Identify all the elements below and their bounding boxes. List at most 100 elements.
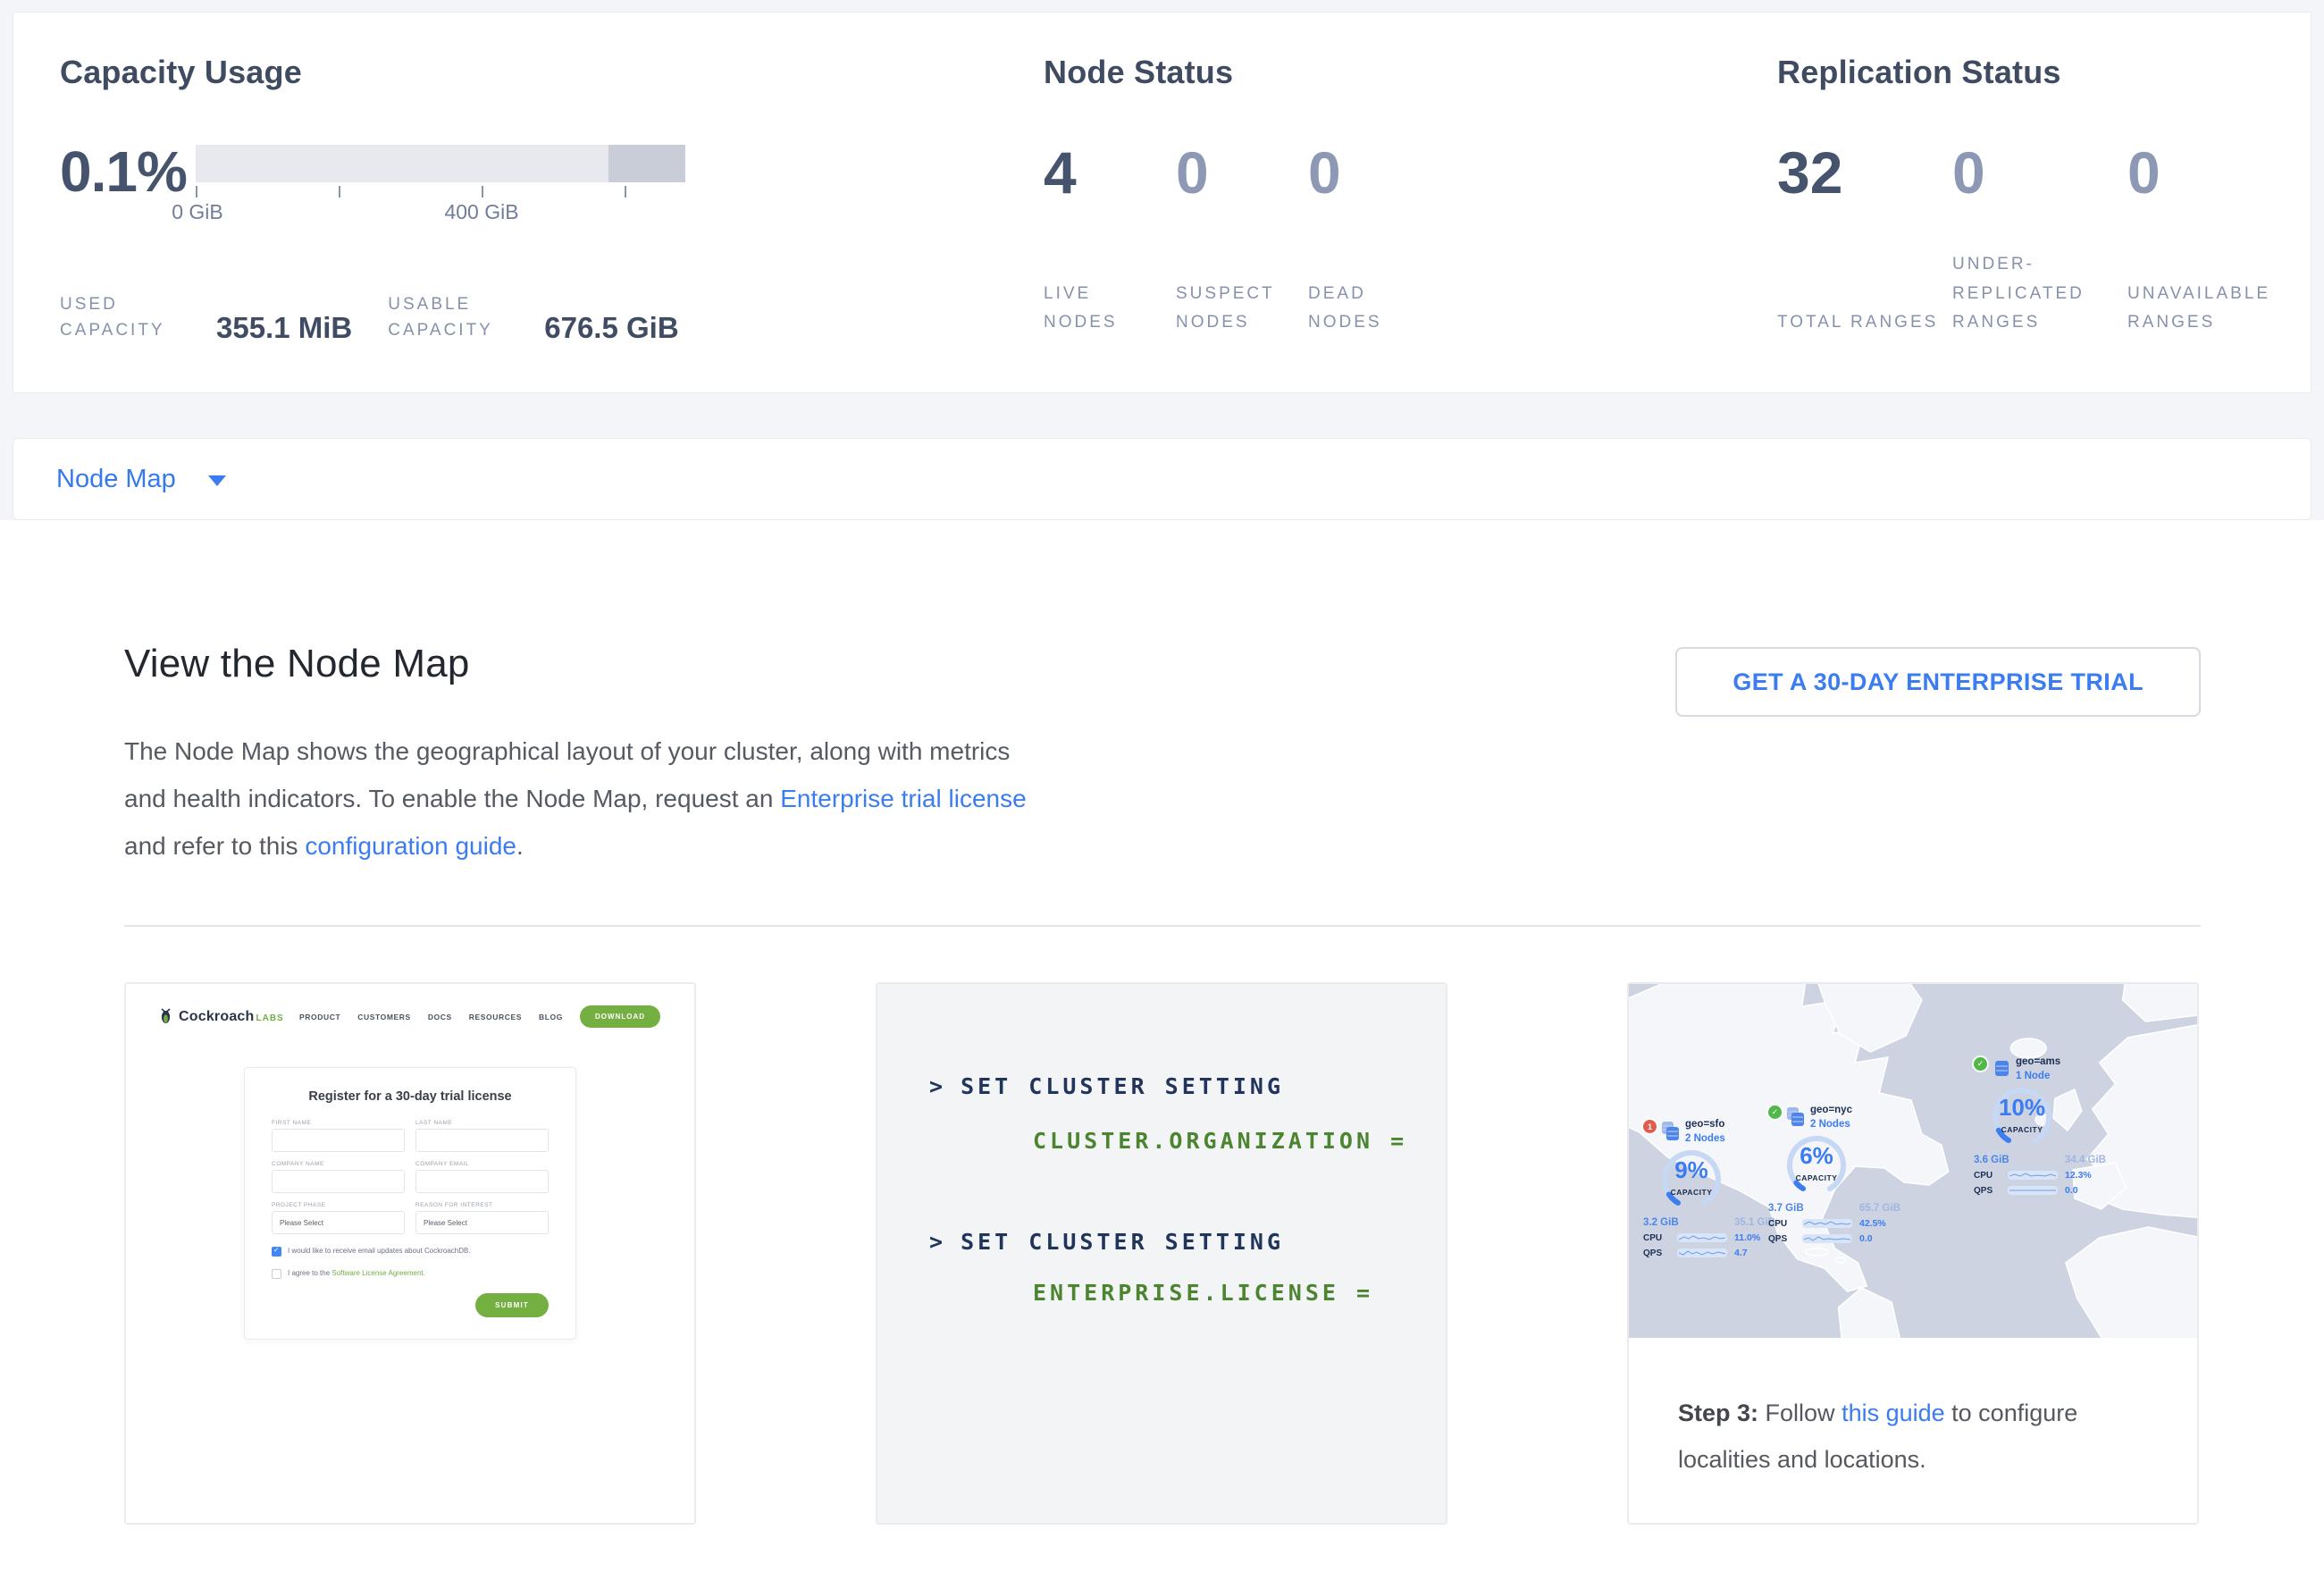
gib-values-row: 3.7 GiB 65.7 GiB (1768, 1203, 1900, 1214)
qps-value: 4.7 (1734, 1248, 1786, 1258)
capacity-bar-block: 0 GiB 400 GiB (196, 145, 685, 227)
capacity-bar (196, 145, 685, 182)
chevron-down-icon (208, 475, 226, 486)
qps-row: QPS 0.0 (1974, 1185, 2117, 1196)
capacity-usage-title: Capacity Usage (60, 54, 1044, 91)
gauge-percent: 10% (1988, 1094, 2056, 1122)
step3-pre-text: Follow (1758, 1400, 1842, 1426)
locality-nyc-header: geo=nyc 2 Nodes (1768, 1104, 1911, 1131)
used-gib: 3.7 GiB (1768, 1203, 1804, 1214)
first-name-input (272, 1129, 405, 1152)
cpu-label: CPU (1643, 1233, 1670, 1243)
steps-cards-row: CockroachLABS PRODUCT CUSTOMERS DOCS RES… (124, 982, 2201, 1525)
node-map-bar-label: Node Map (56, 465, 176, 494)
project-phase-label: PROJECT PHASE (272, 1202, 405, 1208)
qps-label: QPS (1643, 1248, 1670, 1258)
submit-pill-button: SUBMIT (475, 1293, 549, 1317)
node-map-preview: 1 geo=sfo 2 Nodes (1629, 984, 2197, 1338)
step3-caption: Step 3: Follow this guide to configure l… (1629, 1338, 2197, 1483)
step1-caption: Step 1: Get a trial license delivered st… (126, 1523, 694, 1525)
gauge-percent: 9% (1657, 1156, 1725, 1184)
company-email-label: COMPANY EMAIL (415, 1161, 549, 1167)
last-name-field: LAST NAME (415, 1120, 549, 1152)
sql-prompt: > (929, 1073, 946, 1099)
cpu-row: CPU 12.3% (1974, 1170, 2117, 1181)
get-enterprise-trial-button[interactable]: GET A 30-DAY ENTERPRISE TRIAL (1675, 647, 2201, 717)
cpu-label: CPU (1768, 1219, 1795, 1229)
sql-prompt: > (929, 1229, 946, 1255)
configuration-guide-link[interactable]: configuration guide (305, 832, 516, 860)
db-node-icon (1992, 1058, 2011, 1080)
live-nodes-value: 4 (1044, 143, 1176, 202)
total-ranges-stat: 32 TOTAL RANGES (1777, 143, 1952, 338)
download-pill-button: DOWNLOAD (580, 1005, 660, 1028)
software-license-link: Software License Agreement. (331, 1269, 425, 1277)
email-updates-text: I would like to receive email updates ab… (288, 1247, 471, 1256)
cluster-summary-panel: Capacity Usage 0.1% (13, 12, 2311, 393)
company-name-field: COMPANY NAME (272, 1161, 405, 1193)
step3-card: 1 geo=sfo 2 Nodes (1627, 982, 2199, 1525)
gauge-capacity-label: CAPACITY (1783, 1173, 1850, 1182)
enterprise-trial-license-link[interactable]: Enterprise trial license (780, 785, 1026, 812)
intro-text-block: View the Node Map The Node Map shows the… (124, 642, 1027, 870)
email-updates-check-row: I would like to receive email updates ab… (272, 1247, 549, 1257)
cpu-row: CPU 11.0% (1643, 1232, 1786, 1243)
qps-sparkline (1677, 1248, 1727, 1257)
this-guide-link[interactable]: this guide (1842, 1400, 1945, 1426)
brand-suffix: LABS (256, 1013, 284, 1023)
node-map-collapsible-bar[interactable]: Node Map (13, 438, 2311, 520)
section-divider (124, 925, 2201, 927)
company-email-field: COMPANY EMAIL (415, 1161, 549, 1193)
suspect-nodes-stat: 0 SUSPECT NODES (1176, 143, 1308, 338)
dead-nodes-stat: 0 DEAD NODES (1308, 143, 1440, 338)
usable-capacity-value: 676.5 GiB (544, 312, 678, 344)
unavailable-ranges-stat: 0 UNAVAILABLE RANGES (2127, 143, 2303, 338)
first-name-label: FIRST NAME (272, 1120, 405, 1126)
capacity-values-row: USED CAPACITY 355.1 MiB USABLE CAPACITY … (60, 291, 1044, 344)
locality-name: geo=nyc (1810, 1104, 1852, 1118)
unavailable-ranges-label: UNAVAILABLE RANGES (2127, 280, 2299, 338)
gauge-capacity-label: CAPACITY (1988, 1125, 2056, 1134)
sql-cluster-organization: CLUSTER.ORGANIZATION = (877, 1128, 1446, 1154)
locality-ams-header: geo=ams 1 Node (1974, 1055, 2117, 1083)
locality-nyc: geo=nyc 2 Nodes 6% CAPACITY (1768, 1104, 1911, 1244)
sql-set-cluster-setting-2: SET CLUSTER SETTING (961, 1229, 1284, 1255)
trial-license-form: Register for a 30-day trial license FIRS… (244, 1067, 576, 1340)
mini-site-nav: PRODUCT CUSTOMERS DOCS RESOURCES BLOG DO… (299, 1005, 660, 1028)
dead-nodes-value: 0 (1308, 143, 1440, 202)
under-replicated-label: UNDER-REPLICATED RANGES (1952, 250, 2124, 338)
db-node-icon (1661, 1121, 1681, 1142)
nav-item-product: PRODUCT (299, 1013, 340, 1022)
submit-row: SUBMIT (272, 1293, 549, 1317)
locality-sfo: 1 geo=sfo 2 Nodes (1643, 1118, 1786, 1258)
locality-sfo-header: 1 geo=sfo 2 Nodes (1643, 1118, 1786, 1146)
under-replicated-value: 0 (1952, 143, 2127, 202)
cpu-value: 42.5% (1859, 1218, 1911, 1229)
live-nodes-label: LIVE NODES (1044, 280, 1164, 338)
status-warning-icon: 1 (1643, 1120, 1657, 1133)
live-nodes-stat: 4 LIVE NODES (1044, 143, 1176, 338)
reason-label: REASON FOR INTEREST (415, 1202, 549, 1208)
capacity-gauge: 10% CAPACITY (1988, 1083, 2056, 1151)
locality-sfo-names: geo=sfo 2 Nodes (1685, 1118, 1725, 1146)
locality-ams: geo=ams 1 Node 10% CAPACITY (1974, 1055, 2117, 1196)
company-name-input (272, 1170, 405, 1193)
mini-site-header: CockroachLABS PRODUCT CUSTOMERS DOCS RES… (126, 984, 694, 1028)
node-status-stats: 4 LIVE NODES 0 SUSPECT NODES 0 DEAD NODE… (1044, 143, 1777, 338)
usable-capacity-label: USABLE CAPACITY (388, 291, 508, 344)
cpu-value: 12.3% (2065, 1170, 2117, 1181)
total-ranges-label: TOTAL RANGES (1777, 308, 1949, 338)
capacity-axis-labels: 0 GiB 400 GiB (196, 200, 685, 227)
step2-caption: Step 2: Activate the trial license with … (877, 1523, 1446, 1525)
project-phase-select: Please Select (272, 1211, 405, 1234)
qps-label: QPS (1974, 1186, 2001, 1196)
qps-label: QPS (1768, 1234, 1795, 1244)
company-name-label: COMPANY NAME (272, 1161, 405, 1167)
qps-value: 0.0 (1859, 1233, 1911, 1244)
cpu-sparkline (1677, 1233, 1727, 1242)
under-replicated-stat: 0 UNDER-REPLICATED RANGES (1952, 143, 2127, 338)
intro-row: View the Node Map The Node Map shows the… (124, 642, 2201, 870)
qps-sparkline (1802, 1234, 1852, 1243)
step3-prefix: Step 3: (1678, 1400, 1758, 1426)
sql-set-cluster-setting-1: SET CLUSTER SETTING (961, 1073, 1284, 1099)
